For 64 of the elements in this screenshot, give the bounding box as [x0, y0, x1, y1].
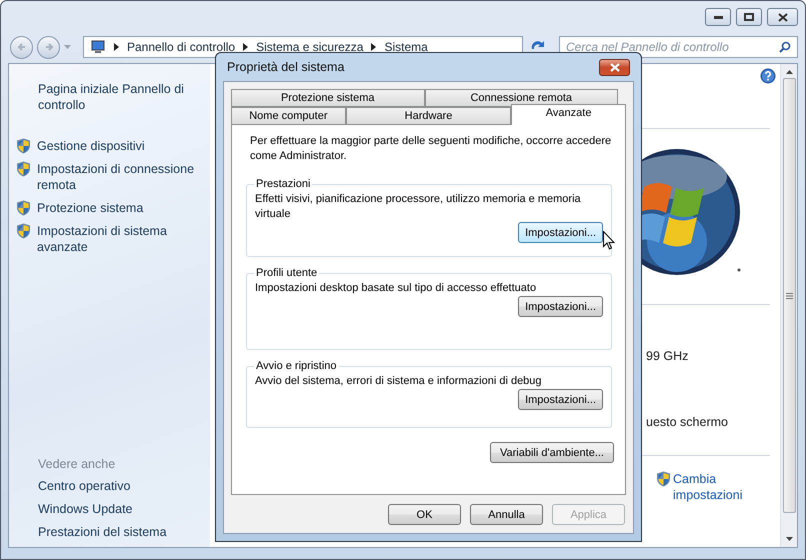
breadcrumb[interactable]: Pannello di controllo: [127, 40, 236, 54]
task-link[interactable]: Impostazioni di connessione remota: [37, 161, 197, 193]
search-icon[interactable]: [779, 41, 791, 53]
search-field[interactable]: Cerca nel Pannello di controllo: [559, 36, 798, 58]
minimize-icon: [714, 16, 722, 18]
scroll-thumb[interactable]: [782, 78, 796, 513]
tab[interactable]: Hardware: [346, 107, 512, 125]
shield-icon: [16, 200, 31, 216]
see-also-link[interactable]: Windows Update: [38, 501, 210, 517]
group-description: Effetti visivi, pianificazione processore, utilizzo memoria e memoria virtuale: [255, 192, 582, 222]
shield-icon: [656, 471, 671, 487]
maximize-button[interactable]: [736, 8, 762, 26]
dialog-title: Proprietà del sistema: [227, 60, 344, 74]
home-link[interactable]: Pagina iniziale Pannello di controllo: [38, 81, 188, 113]
task-link[interactable]: Gestione dispositivi: [37, 138, 197, 154]
task-link[interactable]: Impostazioni di sistema avanzate: [37, 223, 197, 255]
tab[interactable]: Avanzate: [511, 104, 626, 125]
shield-icon: [16, 223, 31, 239]
forward-button[interactable]: [37, 36, 60, 58]
task-link[interactable]: Protezione sistema: [37, 200, 197, 216]
tab[interactable]: Nome computer: [231, 107, 346, 125]
settings-button[interactable]: Impostazioni...: [518, 296, 603, 317]
back-arrow-icon: [16, 42, 26, 52]
group-description: Impostazioni desktop basate sul tipo di accesso effettuato: [255, 281, 538, 296]
back-button[interactable]: [10, 36, 33, 58]
scrollbar[interactable]: [780, 64, 797, 547]
close-button[interactable]: [599, 58, 630, 76]
group-title: Avvio e ripristino: [255, 360, 338, 372]
forward-arrow-icon: [44, 42, 54, 52]
change-settings-link[interactable]: Cambia impostazioni: [673, 471, 753, 503]
intro-text: Per effettuare la maggior parte delle seguenti modifiche, occorre accedere come Administrator.: [250, 134, 612, 164]
shield-icon: [16, 138, 31, 154]
see-also-link[interactable]: Centro operativo: [38, 478, 210, 494]
processor-text: 99 GHz: [646, 349, 690, 363]
shield-icon: [16, 161, 31, 177]
help-icon[interactable]: [760, 68, 776, 84]
group-description: Avvio del sistema, errori di sistema e informazioni di debug: [255, 374, 543, 389]
chevron-icon[interactable]: [114, 43, 119, 51]
close-button[interactable]: [767, 8, 798, 26]
group-title: Prestazioni: [255, 178, 312, 190]
display-text: uesto schermo: [646, 415, 729, 429]
environment-variables-button[interactable]: Variabili d'ambiente...: [490, 442, 614, 463]
tab[interactable]: Protezione sistema: [231, 89, 424, 107]
dialog-button[interactable]: OK: [388, 504, 461, 525]
chevron-icon[interactable]: [371, 43, 376, 51]
see-also-link[interactable]: Prestazioni del sistema: [38, 524, 210, 540]
mouse-pointer-icon: [603, 231, 615, 250]
minimize-button[interactable]: [705, 8, 731, 26]
tab[interactable]: Connessione remota: [424, 89, 618, 107]
group-title: Profili utente: [255, 267, 318, 279]
chevron-icon[interactable]: [243, 43, 248, 51]
maximize-icon: [744, 13, 754, 21]
dialog-button[interactable]: Annulla: [470, 504, 543, 525]
settings-button[interactable]: Impostazioni...: [518, 389, 603, 410]
breadcrumb[interactable]: Sistema: [384, 40, 428, 54]
grip-icon: [786, 292, 792, 298]
computer-icon: [90, 40, 106, 54]
scroll-down-icon[interactable]: [786, 537, 792, 541]
close-icon: [778, 12, 788, 22]
breadcrumb[interactable]: Sistema e sicurezza: [256, 40, 364, 54]
scroll-up-icon[interactable]: [786, 70, 792, 74]
settings-button[interactable]: Impostazioni...: [518, 222, 603, 243]
close-icon: [610, 62, 620, 72]
see-also-heading: Vedere anche: [38, 457, 116, 471]
